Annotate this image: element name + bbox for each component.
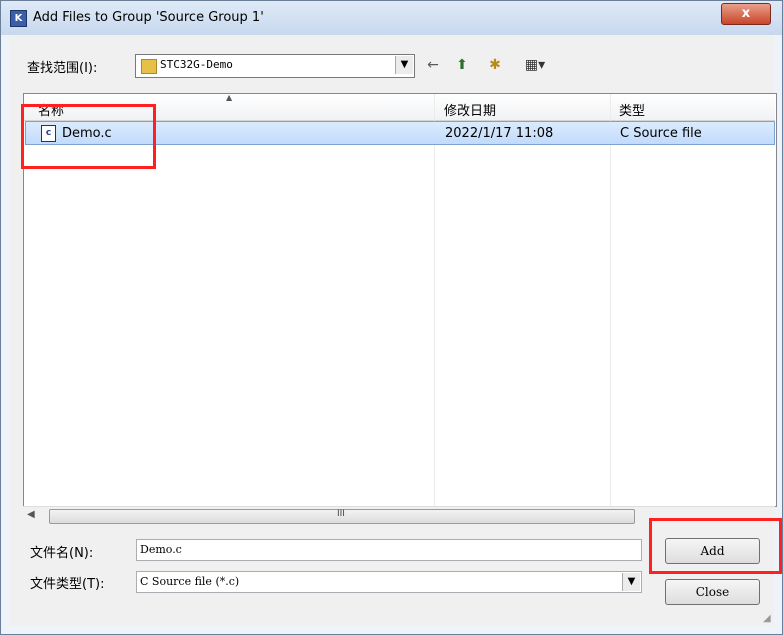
back-arrow-icon[interactable]: ←: [426, 56, 440, 74]
sort-arrow-icon: ▲: [226, 93, 233, 102]
app-icon: K: [10, 10, 27, 27]
highlight-box-file: [21, 104, 156, 169]
window-close-button[interactable]: x: [721, 3, 771, 25]
add-files-dialog: K Add Files to Group 'Source Group 1' x …: [0, 0, 783, 635]
up-folder-icon[interactable]: ⬆: [453, 56, 471, 74]
column-divider: [434, 94, 435, 506]
filename-label: 文件名(N):: [30, 546, 94, 561]
resize-grip-icon[interactable]: ◢: [763, 613, 771, 624]
file-date-cell: 2022/1/17 11:08: [445, 126, 554, 141]
scrollbar-thumb[interactable]: III: [49, 509, 635, 524]
close-button[interactable]: Close: [665, 579, 760, 605]
file-type-cell: C Source file: [620, 126, 702, 141]
folder-icon: [141, 59, 157, 74]
filetype-value: C Source file (*.c): [140, 575, 240, 588]
filetype-label: 文件类型(T):: [30, 577, 105, 592]
highlight-box-add: [649, 518, 782, 574]
scroll-grip-icon: III: [337, 509, 345, 519]
column-header-date-label: 修改日期: [444, 104, 497, 119]
column-header-type[interactable]: 类型: [611, 94, 775, 121]
new-folder-icon[interactable]: ✱: [485, 56, 505, 74]
scroll-left-icon[interactable]: ◀: [27, 509, 35, 520]
filename-value: Demo.c: [140, 543, 182, 556]
chevron-down-icon[interactable]: ▼: [395, 56, 413, 74]
column-header-date[interactable]: 修改日期: [435, 94, 610, 121]
window-title: Add Files to Group 'Source Group 1': [33, 10, 264, 25]
filename-input[interactable]: Demo.c: [136, 539, 642, 561]
lookin-label: 查找范围(I):: [27, 61, 98, 76]
filetype-select[interactable]: C Source file (*.c) ▼: [136, 571, 642, 593]
lookin-combobox[interactable]: STC32G-Demo ▼: [135, 54, 415, 78]
title-bar: K Add Files to Group 'Source Group 1' x: [1, 1, 782, 35]
view-menu-icon[interactable]: ▦▾: [518, 56, 552, 74]
column-header-type-label: 类型: [619, 104, 646, 119]
column-divider: [610, 94, 611, 506]
chevron-down-icon[interactable]: ▼: [622, 573, 640, 591]
lookin-value: STC32G-Demo: [160, 58, 233, 71]
